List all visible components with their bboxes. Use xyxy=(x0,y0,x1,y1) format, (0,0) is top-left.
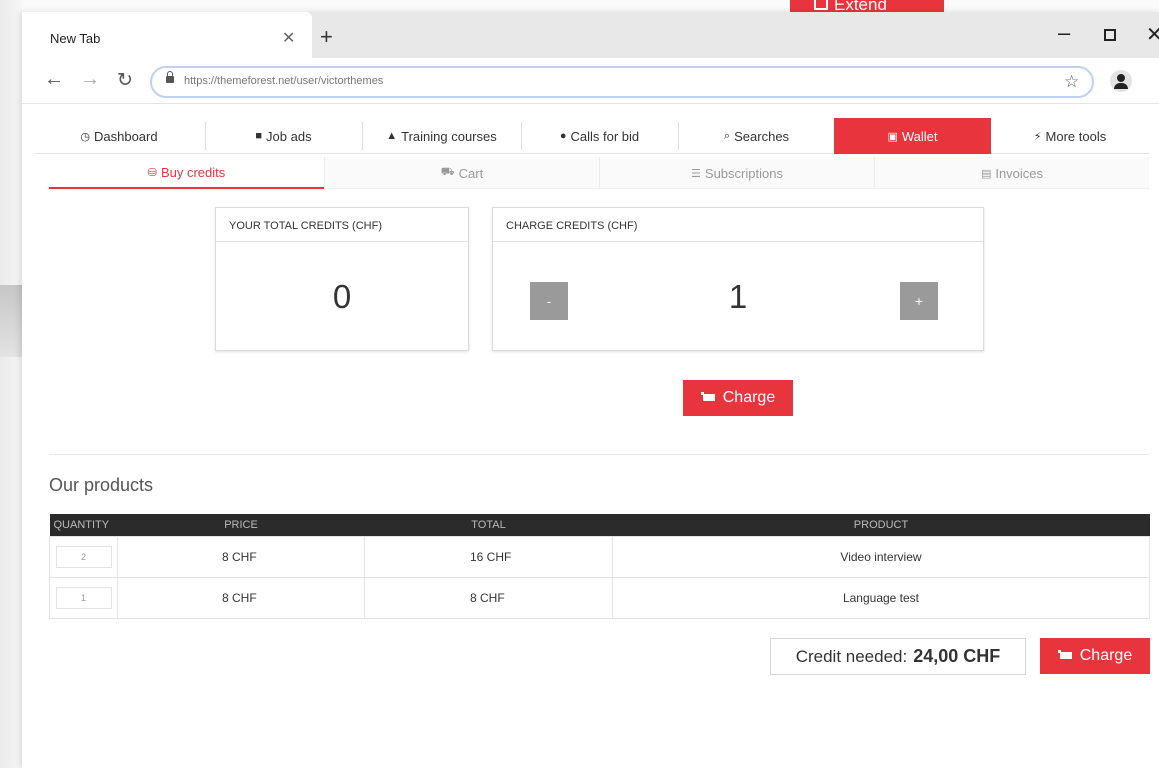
total-cell: 16 CHF xyxy=(364,535,613,578)
column-header-price: PRICE xyxy=(117,514,365,536)
charge-label: Charge xyxy=(1079,647,1133,664)
reload-icon[interactable]: ↻ xyxy=(117,69,133,92)
address-bar[interactable]: https://themeforest.net/user/victortheme… xyxy=(150,66,1094,98)
nav-label: Training courses xyxy=(401,128,497,144)
total-credits-panel: YOUR TOTAL CREDITS (CHF) 0 xyxy=(215,207,469,351)
product-cell: Video interview xyxy=(612,535,1150,578)
total-credits-title: YOUR TOTAL CREDITS (CHF) xyxy=(216,208,468,242)
close-window-icon[interactable]: ✕ xyxy=(1146,22,1159,47)
tab-title: New Tab xyxy=(50,31,101,46)
decrement-button[interactable]: - xyxy=(530,282,568,320)
background-block xyxy=(0,285,22,357)
browser-window: New Tab ✕ + – ✕ ← → ↻ https://themefores… xyxy=(22,12,1159,768)
cart-icon xyxy=(1057,650,1074,662)
credit-needed-amount: 24,00 CHF xyxy=(913,646,1001,666)
nav-label: More tools xyxy=(1045,128,1107,144)
charge-credits-panel: CHARGE CREDITS (CHF) 1 - + xyxy=(492,207,984,351)
cart-icon: ⛟ xyxy=(440,166,455,178)
nav-item-calls-for-bid[interactable]: ● Calls for bid xyxy=(522,118,677,154)
main-nav: ◷ Dashboard ■ Job ads ▲ Training courses ● C… xyxy=(34,118,1149,154)
extend-icon xyxy=(814,0,828,10)
quantity-input[interactable]: 2 xyxy=(55,545,112,568)
wallet-icon: ▣ xyxy=(887,130,898,143)
maximize-icon[interactable] xyxy=(1104,29,1116,41)
column-header-product: PRODUCT xyxy=(612,514,1150,536)
tab-label: Invoices xyxy=(995,165,1044,181)
menu-kebab-icon[interactable]: ⋮ xyxy=(1152,69,1159,90)
search-icon: ⌕ xyxy=(723,129,731,142)
tab-subscriptions[interactable]: ☰ Subscriptions xyxy=(600,157,874,189)
nav-item-searches[interactable]: ⌕ Searches xyxy=(679,118,834,154)
quantity-cell: 2 xyxy=(49,535,118,578)
column-header-quantity: QUANTITY xyxy=(49,514,118,536)
cart-icon xyxy=(700,392,717,404)
nav-label: Wallet xyxy=(901,128,938,144)
tab-cart[interactable]: ⛟ Cart xyxy=(325,157,599,189)
nav-item-more-tools[interactable]: ⚡ More tools xyxy=(991,118,1149,154)
credit-needed-label: Credit needed: xyxy=(795,646,908,666)
section-divider xyxy=(49,454,1149,455)
invoice-icon: ▤ xyxy=(980,167,992,180)
new-tab-icon[interactable]: + xyxy=(320,24,333,50)
tab-label: Subscriptions xyxy=(704,165,783,181)
total-credits-value: 0 xyxy=(332,278,352,315)
background-left xyxy=(0,0,22,768)
products-title: Our products xyxy=(49,475,154,495)
price-cell: 8 CHF xyxy=(117,576,365,619)
nav-label: Job ads xyxy=(266,128,312,144)
nav-label: Searches xyxy=(734,128,790,144)
stack-icon: ☰ xyxy=(691,167,701,180)
table-row: 1 8 CHF 8 CHF Language test xyxy=(49,576,1150,619)
charge-label: Charge xyxy=(722,389,776,406)
binoculars-icon: ● xyxy=(559,130,567,142)
tab-label: Cart xyxy=(458,165,484,181)
tab-invoices[interactable]: ▤ Invoices xyxy=(875,157,1149,189)
minimize-icon[interactable]: – xyxy=(1058,20,1070,46)
browser-toolbar: ← → ↻ https://themeforest.net/user/victo… xyxy=(22,58,1159,104)
nav-label: Dashboard xyxy=(94,128,158,144)
products-table: QUANTITY PRICE TOTAL PRODUCT 2 8 CHF 16 … xyxy=(49,514,1150,619)
table-row: 2 8 CHF 16 CHF Video interview xyxy=(49,535,1150,578)
bolt-icon: ⚡ xyxy=(1033,130,1042,143)
tab-bar: New Tab ✕ + – ✕ xyxy=(22,12,1159,58)
nav-item-wallet[interactable]: ▣ Wallet xyxy=(834,118,991,154)
table-header-row: QUANTITY PRICE TOTAL PRODUCT xyxy=(49,514,1150,536)
price-cell: 8 CHF xyxy=(117,535,365,578)
nav-item-job-ads[interactable]: ■ Job ads xyxy=(206,118,361,154)
column-header-total: TOTAL xyxy=(364,514,613,536)
product-cell: Language test xyxy=(612,576,1150,619)
nav-item-dashboard[interactable]: ◷ Dashboard xyxy=(34,118,204,154)
charge-credits-title: CHARGE CREDITS (CHF) xyxy=(493,208,983,242)
sub-nav: ⛁ Buy credits ⛟ Cart ☰ Subscriptions ▤ Invoi… xyxy=(49,157,1149,189)
profile-icon[interactable] xyxy=(1110,70,1132,92)
bookmark-star-icon[interactable]: ☆ xyxy=(1064,72,1079,92)
briefcase-icon: ■ xyxy=(255,130,263,142)
coins-icon: ⛁ xyxy=(147,166,157,179)
total-cell: 8 CHF xyxy=(364,576,613,619)
background-top xyxy=(0,0,1159,12)
close-tab-icon[interactable]: ✕ xyxy=(282,28,295,48)
back-icon[interactable]: ← xyxy=(44,68,64,91)
nav-item-training-courses[interactable]: ▲ Training courses xyxy=(363,118,520,154)
summary-charge-button[interactable]: Charge xyxy=(1040,638,1150,674)
url-text[interactable]: https://themeforest.net/user/victortheme… xyxy=(184,75,383,87)
tab-buy-credits[interactable]: ⛁ Buy credits xyxy=(49,157,324,189)
quantity-cell: 1 xyxy=(49,576,118,619)
increment-button[interactable]: + xyxy=(900,282,938,320)
charge-button[interactable]: Charge xyxy=(683,380,793,416)
credit-needed-box: Credit needed: 24,00 CHF xyxy=(770,638,1026,675)
nav-label: Calls for bid xyxy=(570,128,640,144)
lock-icon xyxy=(166,71,174,83)
dashboard-icon: ◷ xyxy=(80,130,90,143)
graduation-cap-icon: ▲ xyxy=(386,130,398,142)
tab-label: Buy credits xyxy=(160,164,226,180)
browser-tab[interactable]: New Tab ✕ xyxy=(22,12,312,58)
quantity-input[interactable]: 1 xyxy=(55,586,112,609)
forward-icon[interactable]: → xyxy=(80,68,100,91)
